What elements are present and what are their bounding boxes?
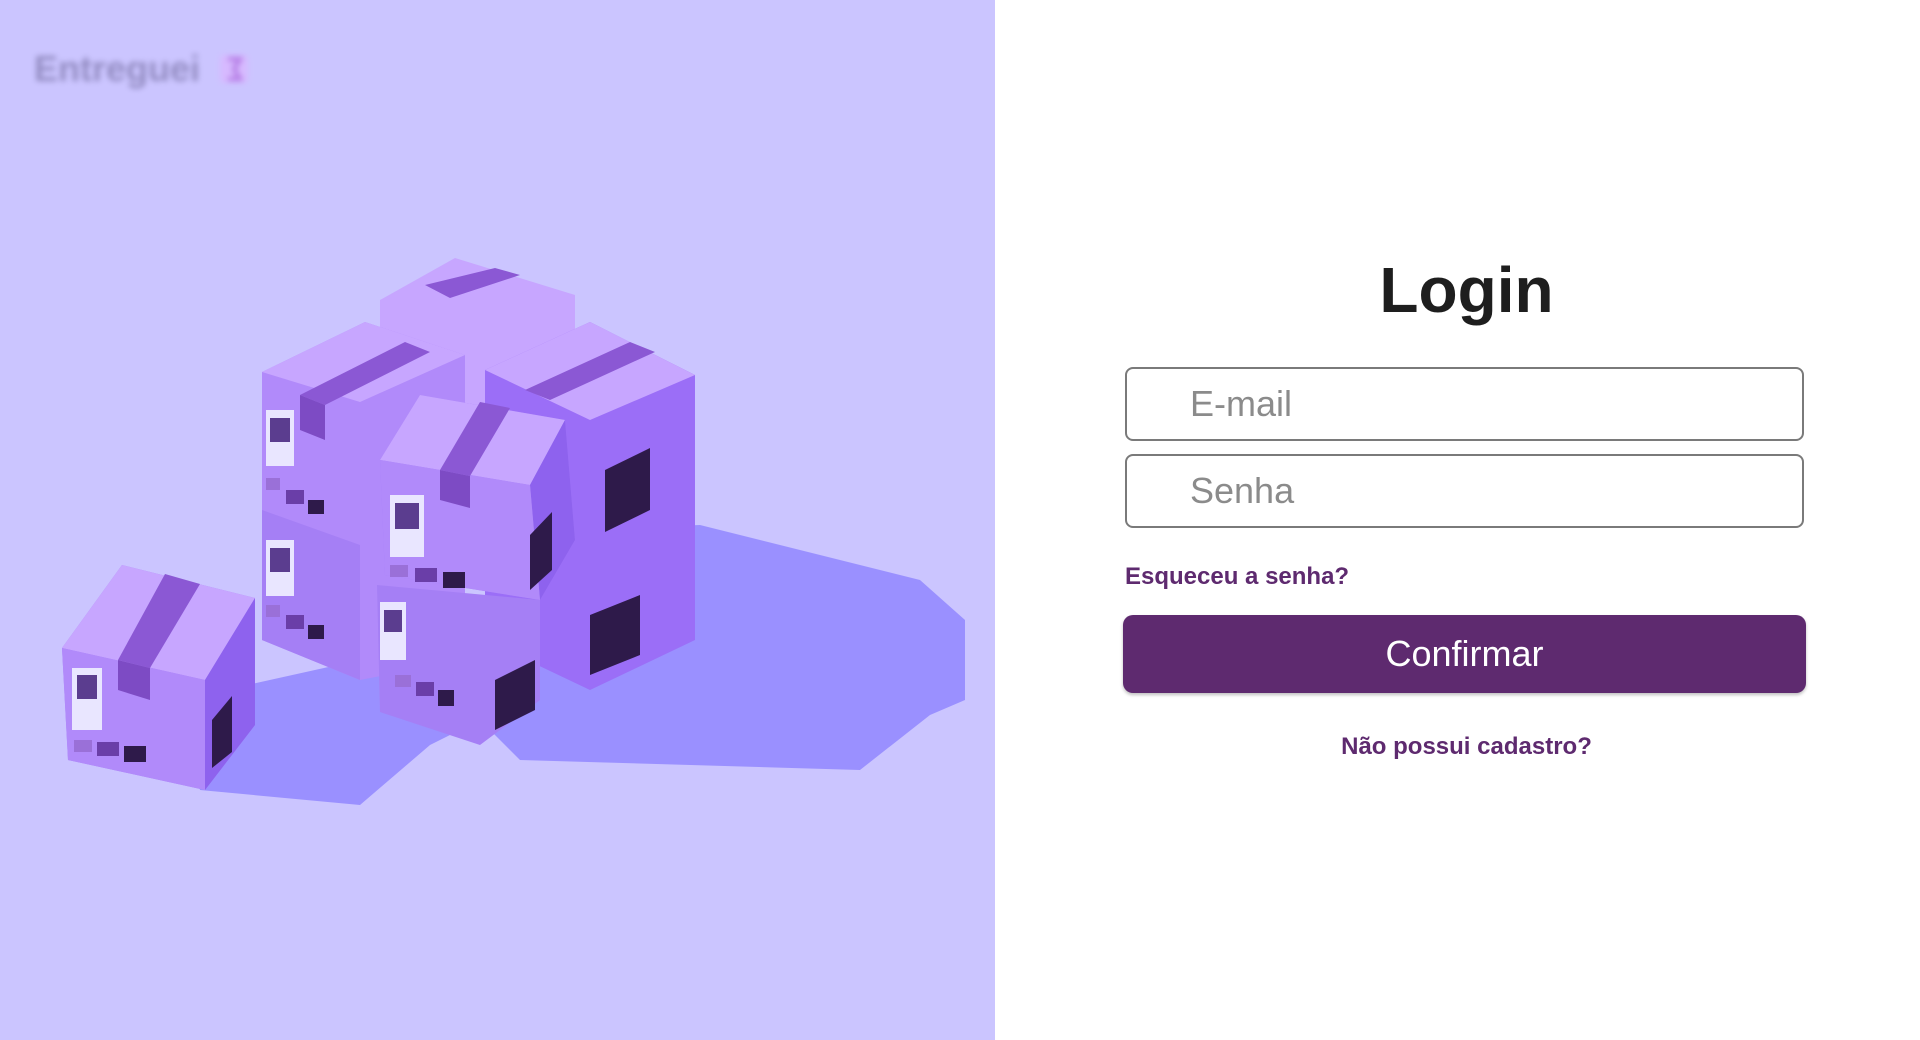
register-link[interactable]: Não possui cadastro? — [1341, 733, 1592, 760]
page-title: Login — [1379, 254, 1554, 326]
confirm-button[interactable]: Confirmar — [1123, 615, 1806, 694]
login-panel: Login Esqueceu a senha? Confirmar Não po… — [995, 0, 1920, 1040]
email-field[interactable] — [1125, 367, 1804, 442]
box-small-left — [62, 565, 255, 790]
illustration-panel: Entreguei — [0, 0, 995, 1040]
stacked-boxes-illustration — [62, 258, 965, 805]
password-field[interactable] — [1125, 454, 1804, 529]
register-container: Não possui cadastro? — [1125, 733, 1808, 761]
box-front-upper — [380, 395, 575, 600]
forgot-password-link[interactable]: Esqueceu a senha? — [1125, 563, 1349, 591]
login-page: Entreguei Login E-mail Esqueceu a senha?… — [0, 0, 1920, 1040]
login-form: Login Esqueceu a senha? Confirmar Não po… — [1123, 254, 1808, 761]
